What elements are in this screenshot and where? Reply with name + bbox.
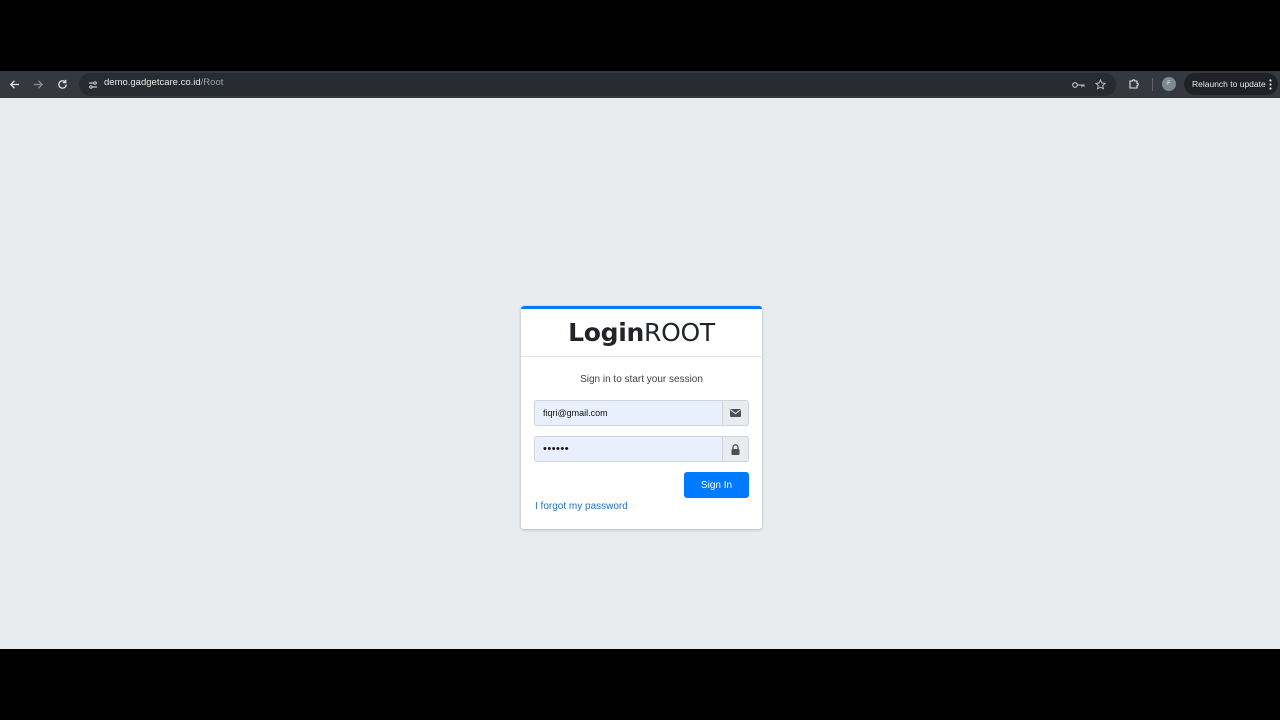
relaunch-label: Relaunch to update — [1192, 79, 1266, 89]
envelope-icon — [730, 409, 741, 417]
site-settings-icon — [89, 80, 97, 89]
letterbox-bottom — [0, 649, 1280, 720]
back-arrow-icon — [9, 79, 19, 89]
page-content: LoginROOT Sign in to start your session … — [0, 98, 1280, 649]
url-host: demo.gadgetcare.co.id — [104, 77, 201, 88]
sign-in-button[interactable]: Sign In — [684, 472, 749, 498]
toolbar-divider — [1152, 78, 1153, 91]
site-info-button[interactable] — [83, 75, 103, 94]
menu-dots-icon[interactable] — [1266, 77, 1274, 91]
reload-icon — [57, 79, 67, 89]
login-box-message: Sign in to start your session — [580, 374, 703, 385]
email-input-group: fiqri@gmail.com — [534, 400, 749, 426]
forward-arrow-icon — [33, 79, 43, 89]
login-card-header: LoginROOT — [521, 309, 762, 357]
reload-button[interactable] — [50, 72, 74, 96]
password-input-group: •••••• — [534, 436, 749, 462]
url-path: /Root — [200, 77, 224, 88]
email-input[interactable]: fiqri@gmail.com — [534, 400, 722, 426]
extensions-icon — [1129, 79, 1139, 89]
bookmark-button[interactable] — [1089, 74, 1111, 95]
brand-bold: Login — [568, 318, 645, 347]
extensions-button[interactable] — [1122, 72, 1146, 96]
password-manager-button[interactable] — [1067, 74, 1089, 95]
password-input[interactable]: •••••• — [534, 436, 722, 462]
login-brand-title[interactable]: LoginROOT — [568, 318, 715, 347]
relaunch-button[interactable]: Relaunch to update — [1184, 73, 1278, 95]
brand-light: ROOT — [644, 318, 715, 347]
password-addon — [722, 436, 749, 462]
address-bar[interactable]: demo.gadgetcare.co.id/Root — [79, 73, 1116, 96]
star-icon — [1094, 79, 1106, 90]
url-text: demo.gadgetcare.co.id/Root — [104, 77, 223, 88]
login-card: LoginROOT Sign in to start your session … — [521, 306, 762, 529]
lock-icon — [731, 443, 740, 455]
email-addon — [722, 400, 749, 426]
letterbox-top — [0, 0, 1280, 71]
profile-avatar[interactable]: F — [1162, 77, 1176, 91]
browser-toolbar: demo.gadgetcare.co.id/Root F Relaunch to… — [0, 71, 1280, 98]
key-icon — [1071, 81, 1085, 88]
forgot-password-link[interactable]: I forgot my password — [535, 501, 628, 512]
forward-button[interactable] — [26, 72, 50, 96]
back-button[interactable] — [2, 72, 26, 96]
profile-initial: F — [1167, 81, 1171, 87]
